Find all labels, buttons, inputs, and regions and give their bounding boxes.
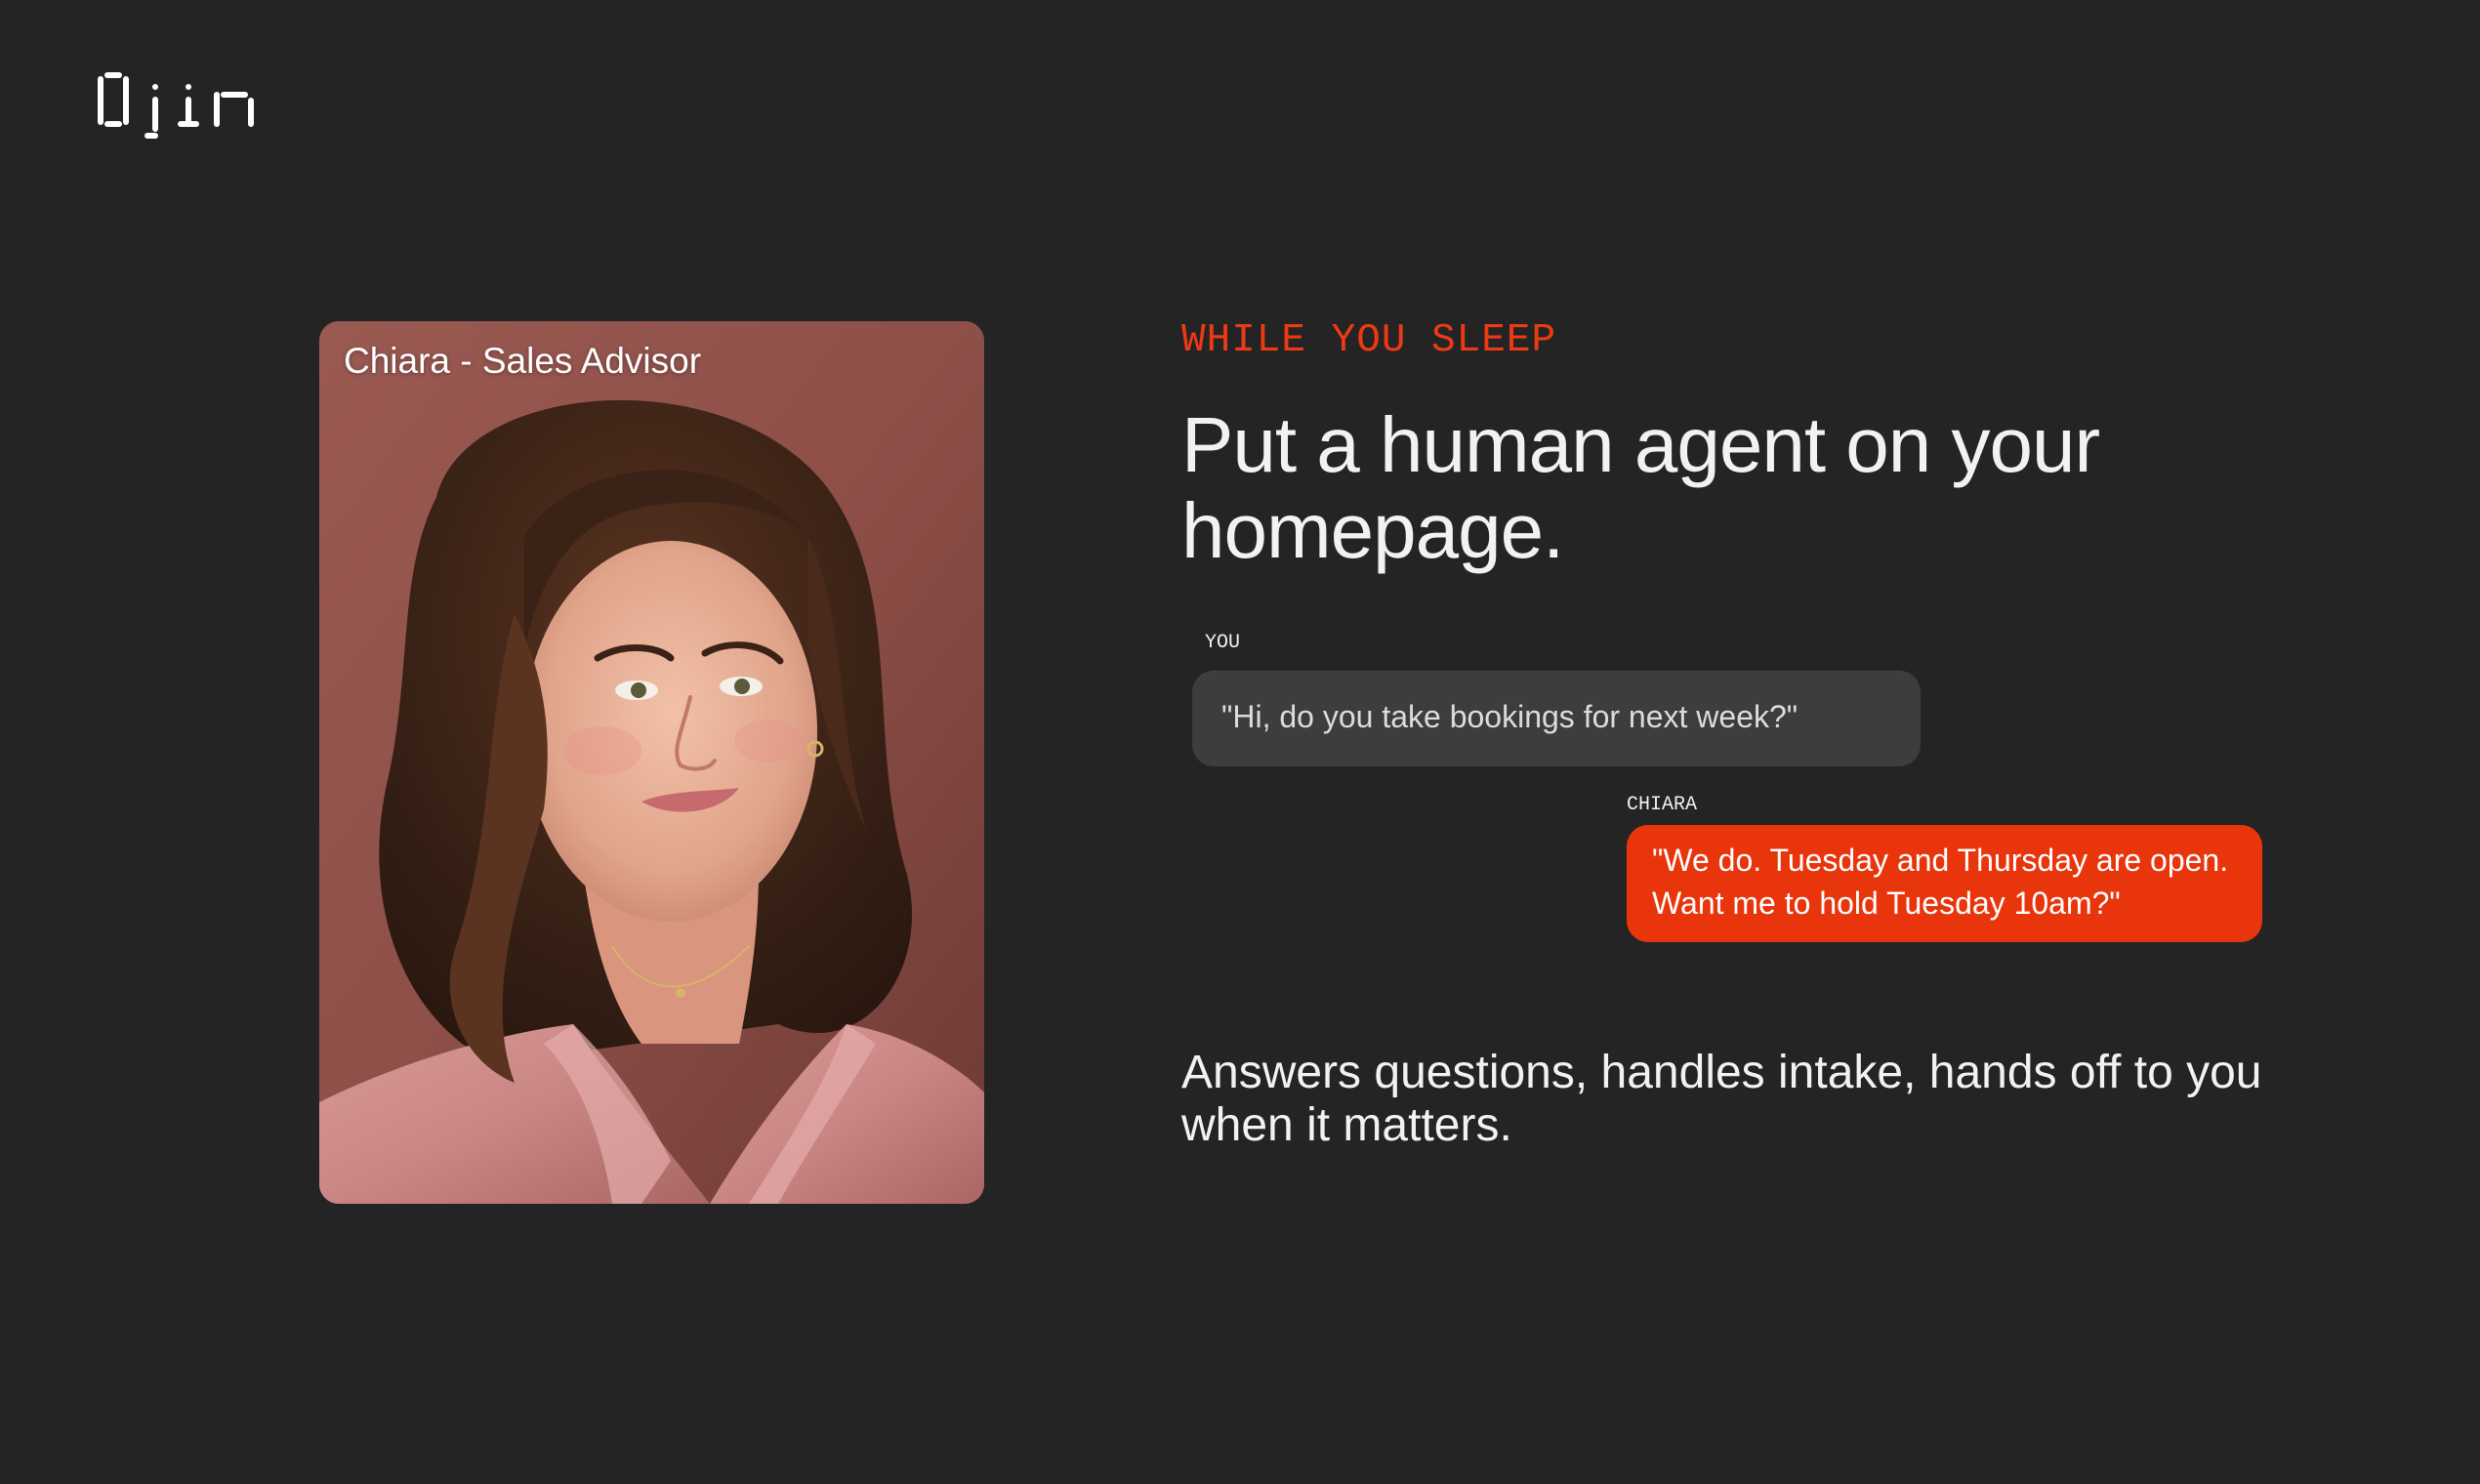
- ojin-logo[interactable]: [96, 70, 260, 141]
- section-eyebrow: WHILE YOU SLEEP: [1181, 318, 1557, 363]
- user-message-bubble: "Hi, do you take bookings for next week?…: [1192, 671, 1921, 766]
- speaker-label-chiara: CHIARA: [1627, 794, 1698, 816]
- agent-message-bubble: "We do. Tuesday and Thursday are open. W…: [1627, 825, 2262, 942]
- agent-portrait-image: [319, 321, 984, 1204]
- hero-headline: Put a human agent on your homepage.: [1181, 401, 2100, 574]
- feature-description: Answers questions, handles intake, hands…: [1181, 1047, 2262, 1151]
- speaker-label-you: YOU: [1205, 632, 1241, 654]
- agent-name-label: Chiara - Sales Advisor: [344, 341, 702, 381]
- ojin-logo-mark: [98, 72, 254, 139]
- agent-video-card[interactable]: Chiara - Sales Advisor: [319, 321, 984, 1204]
